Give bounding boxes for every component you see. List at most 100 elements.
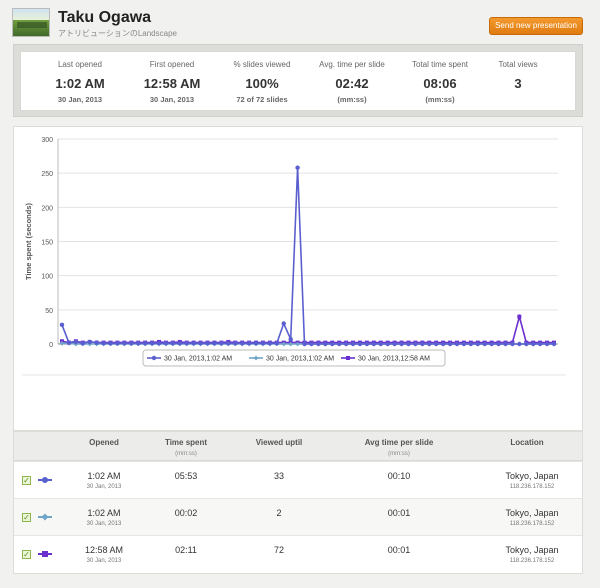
stats-panel: Last opened 1:02 AM 30 Jan, 2013 First o… [13, 44, 583, 117]
data-point [108, 341, 113, 346]
legend-label: 30 Jan, 2013,1:02 AM [266, 356, 334, 363]
table-row[interactable]: ✓ 12:58 AM 30 Jan, 2013 02:11 72 00:01 T… [14, 535, 582, 572]
data-point [551, 341, 557, 347]
data-point [73, 339, 79, 345]
row-ip: 118.236.178.152 [509, 484, 555, 490]
y-tick-label: 0 [49, 342, 53, 349]
data-point [440, 341, 446, 347]
col-avg-time-unit: (mm:ss) [388, 451, 410, 457]
data-point [205, 341, 210, 346]
data-point [246, 341, 252, 346]
data-point [385, 341, 390, 347]
data-point [433, 341, 439, 347]
data-point [274, 341, 280, 346]
data-point [496, 341, 501, 347]
y-tick-label: 150 [41, 240, 53, 247]
series-line [61, 313, 554, 344]
col-time-spent-unit: (mm:ss) [175, 451, 197, 457]
data-point [468, 341, 474, 347]
stat-value: 3 [514, 76, 522, 91]
col-opened: Opened [89, 438, 119, 447]
data-point [253, 341, 259, 346]
stat-sub: (mm:ss) [337, 95, 367, 104]
stat-label: % slides viewed [233, 60, 291, 69]
stat-last-opened: Last opened 1:02 AM 30 Jan, 2013 [35, 52, 125, 112]
legend-label: 30 Jan, 2013,12:58 AM [358, 356, 430, 363]
data-point [364, 341, 370, 347]
series-swatch-icon [38, 513, 52, 521]
stat-value: 08:06 [423, 76, 457, 91]
data-point [503, 341, 508, 347]
data-point [281, 321, 286, 326]
data-point [482, 341, 487, 347]
row-opened-date: 30 Jan, 2013 [86, 521, 122, 527]
stat-value: 1:02 AM [55, 76, 105, 91]
time-spent-chart: 0 50 100 150 200 250 300 Time spent (seconds) 30… [22, 137, 566, 376]
row-checkbox[interactable]: ✓ [22, 476, 31, 485]
row-time-spent: 02:11 [175, 545, 197, 555]
data-point [302, 341, 307, 347]
data-point [531, 341, 536, 347]
page-header: Taku Ogawa アトリビューションのLandscape Send new … [0, 0, 600, 44]
data-point [309, 341, 314, 347]
data-point [66, 340, 72, 345]
stats-box: Last opened 1:02 AM 30 Jan, 2013 First o… [20, 51, 576, 111]
data-point [330, 341, 335, 347]
data-point [149, 341, 155, 346]
stat-sub: 30 Jan, 2013 [57, 95, 103, 104]
row-opened-date: 30 Jan, 2013 [86, 558, 122, 564]
row-opened-time: 1:02 AM [87, 508, 121, 518]
stat-sub: 30 Jan, 2013 [149, 95, 195, 104]
data-point [156, 341, 162, 346]
table-row[interactable]: ✓ 1:02 AM 30 Jan, 2013 00:02 2 00:01 Tok… [14, 498, 582, 535]
stat-sub: 72 of 72 slides [236, 95, 288, 104]
data-point [260, 341, 266, 346]
data-point [219, 341, 224, 346]
stat-label: Avg. time per slide [319, 60, 385, 69]
stat-slides-viewed: % slides viewed 100% 72 of 72 slides [217, 52, 307, 112]
table-header: Opened Time spent (mm:ss) Viewed uptil A… [14, 432, 582, 461]
data-point [343, 341, 349, 347]
col-location: Location [510, 438, 544, 447]
data-point [94, 340, 99, 345]
row-opened-date: 30 Jan, 2013 [86, 484, 122, 490]
row-time-spent: 00:02 [174, 508, 198, 518]
data-point [226, 341, 231, 346]
data-point [336, 341, 342, 347]
row-ip: 118.236.178.152 [509, 521, 555, 527]
row-avg-time: 00:01 [387, 508, 411, 518]
y-tick-label: 100 [41, 274, 53, 281]
y-tick-label: 50 [45, 308, 53, 315]
presentation-thumbnail[interactable] [12, 8, 50, 37]
data-point [239, 341, 245, 346]
series-swatch-icon [38, 551, 52, 557]
data-point [350, 341, 356, 347]
data-point [392, 341, 397, 347]
data-point [537, 341, 543, 347]
data-point [129, 341, 134, 346]
row-checkbox[interactable]: ✓ [22, 513, 31, 522]
data-point [80, 341, 85, 346]
y-tick-label: 300 [41, 137, 53, 144]
data-point [378, 341, 383, 347]
data-point [420, 341, 425, 347]
data-point [517, 314, 522, 319]
data-point [406, 341, 411, 347]
stat-label: First opened [149, 60, 195, 69]
data-point [454, 341, 460, 347]
y-tick-label: 200 [41, 205, 53, 212]
data-point [212, 341, 217, 346]
row-checkbox[interactable]: ✓ [22, 550, 31, 559]
table-row[interactable]: ✓ 1:02 AM 30 Jan, 2013 05:53 33 00:10 To… [14, 461, 582, 498]
send-new-presentation-button[interactable]: Send new presentation [489, 17, 583, 35]
data-point [427, 341, 432, 347]
data-point [233, 341, 238, 346]
data-point [461, 341, 467, 347]
stat-total-time: Total time spent 08:06 (mm:ss) [395, 52, 485, 112]
data-point [323, 341, 328, 347]
col-avg-time: Avg time per slide [364, 438, 434, 447]
data-point [191, 341, 196, 346]
data-point [316, 341, 321, 347]
data-point [295, 165, 300, 170]
data-point [177, 341, 183, 346]
